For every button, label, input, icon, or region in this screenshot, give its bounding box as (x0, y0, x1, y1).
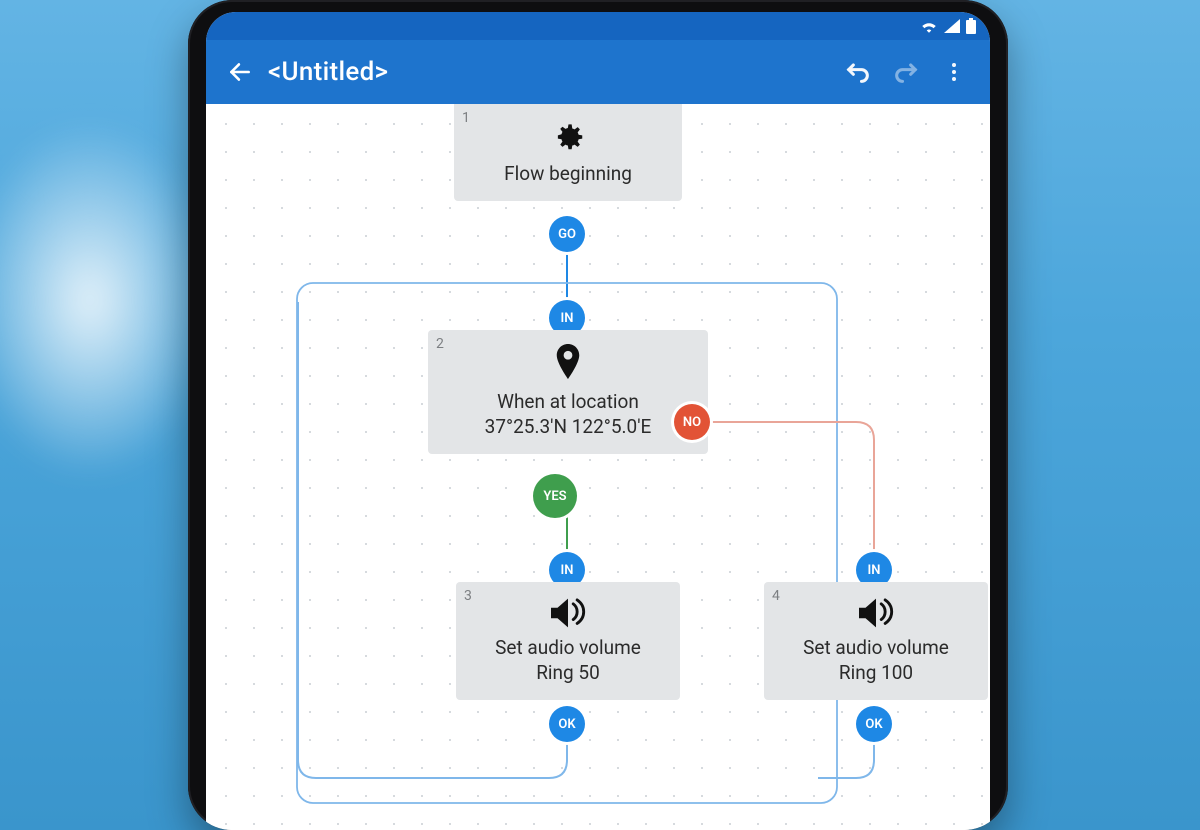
wifi-icon (920, 19, 938, 33)
flow-node-volume-50[interactable]: 3 Set audio volume Ring 50 (456, 582, 680, 700)
node-number: 4 (772, 588, 780, 604)
overflow-menu-button[interactable] (930, 48, 978, 96)
flow-node-volume-100[interactable]: 4 Set audio volume Ring 100 (764, 582, 988, 700)
location-pin-icon (446, 344, 690, 384)
more-vert-icon (942, 60, 966, 84)
redo-icon (892, 58, 920, 86)
node-title: Set audio volume (474, 636, 662, 659)
battery-icon (966, 18, 976, 34)
node-subtitle: 37°25.3'N 122°5.0'E (446, 415, 690, 438)
gear-icon (472, 118, 664, 156)
back-button[interactable] (218, 50, 262, 94)
port-ok[interactable]: OK (856, 706, 892, 742)
port-go[interactable]: GO (549, 216, 585, 252)
flow-node-location[interactable]: 2 When at location 37°25.3'N 122°5.0'E (428, 330, 708, 454)
node-number: 3 (464, 588, 472, 604)
port-no[interactable]: NO (674, 404, 710, 440)
flow-node-beginning[interactable]: 1 Flow beginning (454, 104, 682, 201)
undo-button[interactable] (834, 48, 882, 96)
port-ok[interactable]: OK (549, 706, 585, 742)
status-bar (206, 12, 990, 40)
app-bar: <Untitled> (206, 40, 990, 104)
port-yes[interactable]: YES (533, 474, 577, 518)
phone-frame: <Untitled> (188, 0, 1008, 830)
speaker-icon (782, 596, 970, 630)
page-title: <Untitled> (268, 57, 388, 87)
cell-signal-icon (944, 19, 960, 33)
flow-canvas[interactable]: 1 Flow beginning GO IN 2 When at locatio… (206, 104, 990, 830)
phone-screen: <Untitled> (206, 12, 990, 830)
undo-icon (844, 58, 872, 86)
node-title: Flow beginning (472, 162, 664, 185)
speaker-icon (474, 596, 662, 630)
arrow-left-icon (227, 59, 253, 85)
node-title: Set audio volume (782, 636, 970, 659)
node-number: 2 (436, 336, 444, 352)
node-subtitle: Ring 50 (474, 661, 662, 684)
redo-button[interactable] (882, 48, 930, 96)
node-number: 1 (462, 110, 470, 126)
node-title: When at location (446, 390, 690, 413)
node-subtitle: Ring 100 (782, 661, 970, 684)
